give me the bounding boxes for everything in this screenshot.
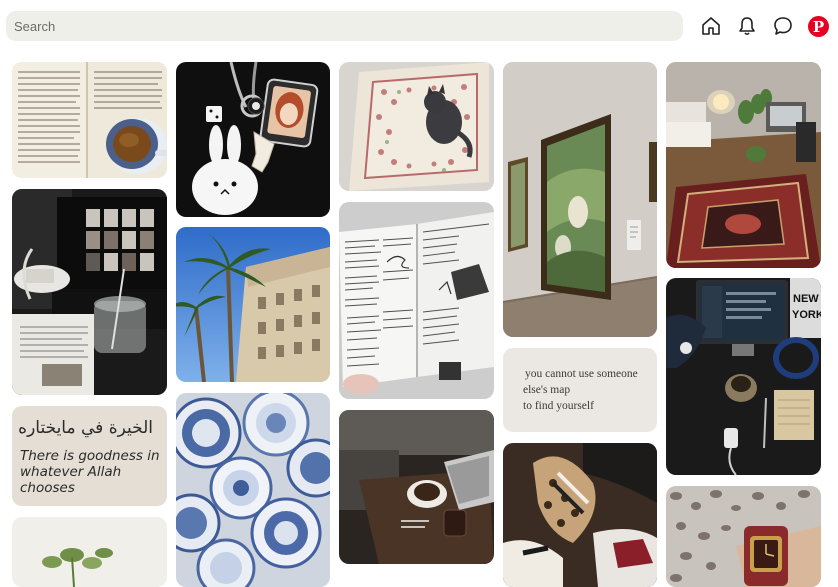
pin-arabic-quote[interactable]: الخيرة في مايختاره الله There is goodnes… bbox=[12, 406, 167, 506]
pin-laptop-desk[interactable] bbox=[12, 189, 167, 395]
shoes-image bbox=[503, 443, 657, 587]
arabic-quote-line1: There is goodness in bbox=[20, 448, 160, 464]
pin-museum-painting[interactable] bbox=[503, 62, 657, 337]
journal-quote-line3: to find yourself bbox=[523, 400, 594, 412]
arabic-quote-line3: chooses bbox=[20, 480, 75, 496]
watch-leopard-image bbox=[666, 486, 821, 587]
home-icon[interactable] bbox=[700, 15, 722, 37]
plant-image bbox=[12, 517, 167, 587]
pin-open-notebook[interactable] bbox=[339, 202, 494, 399]
magazine-york-text: YORK bbox=[792, 309, 821, 321]
arabic-quote-arabic: الخيرة في مايختاره الله bbox=[12, 418, 153, 438]
pin-watch-leopard[interactable] bbox=[666, 486, 821, 587]
pin-journal-quote[interactable]: you cannot use someone else's map to fin… bbox=[503, 348, 657, 432]
message-icon[interactable] bbox=[772, 15, 794, 37]
pin-coffee-laptop[interactable] bbox=[339, 410, 494, 564]
pin-palm-building[interactable] bbox=[176, 227, 330, 382]
coffee-laptop-image bbox=[339, 410, 494, 564]
palm-building-image bbox=[176, 227, 330, 382]
open-notebook-image bbox=[339, 202, 494, 399]
pin-bedroom[interactable] bbox=[666, 62, 821, 268]
desk-setup-image: NEW YORK bbox=[666, 278, 821, 475]
bedroom-image bbox=[666, 62, 821, 268]
pin-book-coffee[interactable] bbox=[12, 62, 167, 178]
blue-plates-image bbox=[176, 393, 330, 587]
pin-keychain[interactable] bbox=[176, 62, 330, 217]
pin-cat-rug[interactable] bbox=[339, 62, 494, 191]
top-bar: P bbox=[0, 0, 838, 54]
pin-desk-setup[interactable]: NEW YORK bbox=[666, 278, 821, 475]
pinterest-logo[interactable]: P bbox=[808, 16, 829, 37]
laptop-desk-image bbox=[12, 189, 167, 395]
magazine-new-text: NEW bbox=[793, 293, 819, 305]
book-coffee-image bbox=[12, 62, 167, 178]
arabic-quote-line2: whatever Allah bbox=[20, 464, 122, 480]
pin-blue-plates[interactable] bbox=[176, 393, 330, 587]
search-input[interactable] bbox=[6, 11, 683, 41]
bell-icon[interactable] bbox=[736, 15, 758, 37]
journal-quote-line1: you cannot use someone bbox=[525, 368, 638, 380]
museum-painting-image bbox=[503, 62, 657, 337]
journal-quote-line2: else's map bbox=[523, 384, 571, 396]
cat-rug-image bbox=[339, 62, 494, 191]
pin-shoes[interactable] bbox=[503, 443, 657, 587]
pin-plant[interactable] bbox=[12, 517, 167, 587]
keychain-image bbox=[176, 62, 330, 217]
